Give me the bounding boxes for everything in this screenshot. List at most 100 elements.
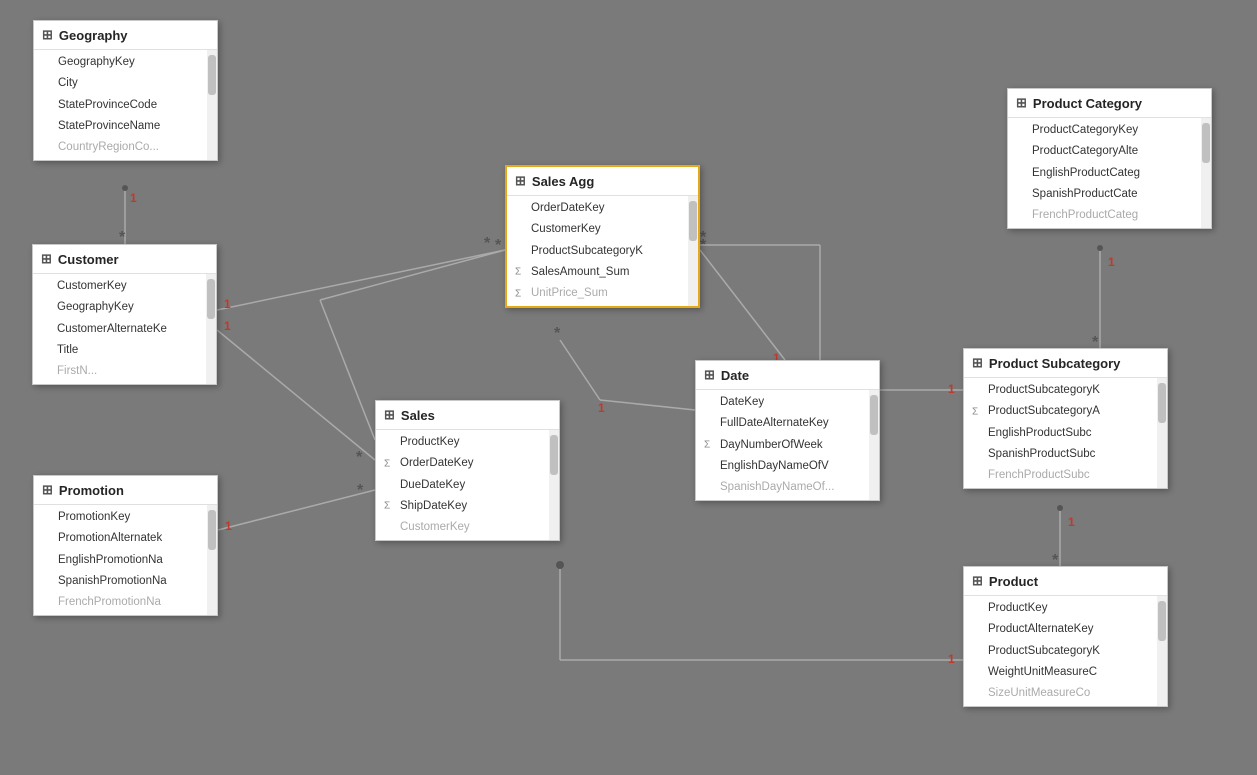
promotion-title: Promotion bbox=[59, 483, 124, 498]
table-field: EnglishProductSubc bbox=[964, 423, 1167, 444]
geography-title: Geography bbox=[59, 28, 128, 43]
table-field: FrenchProductCateg bbox=[1008, 205, 1211, 226]
svg-text:1: 1 bbox=[948, 382, 955, 396]
table-field: CustomerKey bbox=[376, 517, 559, 538]
promotion-table[interactable]: ⊞ Promotion PromotionKey PromotionAltern… bbox=[33, 475, 218, 616]
table-icon: ⊞ bbox=[42, 27, 53, 43]
table-field: WeightUnitMeasureC bbox=[964, 662, 1167, 683]
table-field: OrderDateKey bbox=[507, 198, 698, 219]
table-field: Σ ProductSubcategoryA bbox=[964, 401, 1167, 422]
table-icon: ⊞ bbox=[1016, 95, 1027, 111]
table-field: StateProvinceCode bbox=[34, 95, 217, 116]
sales-body: ProductKey Σ OrderDateKey DueDateKey Σ S… bbox=[376, 430, 559, 540]
promotion-body: PromotionKey PromotionAlternatek English… bbox=[34, 505, 217, 615]
sales-agg-body: OrderDateKey CustomerKey ProductSubcateg… bbox=[507, 196, 698, 306]
date-body: DateKey FullDateAlternateKey Σ DayNumber… bbox=[696, 390, 879, 500]
table-field: PromotionKey bbox=[34, 507, 217, 528]
customer-title: Customer bbox=[58, 252, 119, 267]
geography-header: ⊞ Geography bbox=[34, 21, 217, 50]
table-field: EnglishDayNameOfV bbox=[696, 456, 879, 477]
table-field: ProductKey bbox=[964, 598, 1167, 619]
table-field: GeographyKey bbox=[33, 297, 216, 318]
table-icon: ⊞ bbox=[515, 173, 526, 189]
product-category-table[interactable]: ⊞ Product Category ProductCategoryKey Pr… bbox=[1007, 88, 1212, 229]
sales-agg-title: Sales Agg bbox=[532, 174, 594, 189]
customer-table[interactable]: ⊞ Customer CustomerKey GeographyKey Cust… bbox=[32, 244, 217, 385]
product-subcategory-body: ProductSubcategoryK Σ ProductSubcategory… bbox=[964, 378, 1167, 488]
table-field: ProductSubcategoryK bbox=[507, 241, 698, 262]
table-field: Σ DayNumberOfWeek bbox=[696, 435, 879, 456]
svg-text:*: * bbox=[357, 482, 364, 499]
table-field: Σ SalesAmount_Sum bbox=[507, 262, 698, 283]
svg-text:*: * bbox=[495, 237, 502, 254]
sigma-icon: Σ bbox=[704, 438, 710, 453]
product-table[interactable]: ⊞ Product ProductKey ProductAlternateKey… bbox=[963, 566, 1168, 707]
table-icon: ⊞ bbox=[41, 251, 52, 267]
table-field: City bbox=[34, 73, 217, 94]
svg-text:*: * bbox=[356, 449, 363, 466]
product-subcategory-header: ⊞ Product Subcategory bbox=[964, 349, 1167, 378]
table-field: SizeUnitMeasureCo bbox=[964, 683, 1167, 704]
sigma-icon: Σ bbox=[515, 265, 521, 280]
svg-text:1: 1 bbox=[598, 401, 605, 415]
table-field: SpanishPromotionNa bbox=[34, 571, 217, 592]
table-field: GeographyKey bbox=[34, 52, 217, 73]
product-subcategory-title: Product Subcategory bbox=[989, 356, 1120, 371]
sales-table[interactable]: ⊞ Sales ProductKey Σ OrderDateKey DueDat… bbox=[375, 400, 560, 541]
sales-header: ⊞ Sales bbox=[376, 401, 559, 430]
table-field: SpanishProductCate bbox=[1008, 184, 1211, 205]
geography-body: GeographyKey City StateProvinceCode Stat… bbox=[34, 50, 217, 160]
table-field: ProductSubcategoryK bbox=[964, 641, 1167, 662]
table-field: Σ OrderDateKey bbox=[376, 453, 559, 474]
product-header: ⊞ Product bbox=[964, 567, 1167, 596]
table-field: FrenchProductSubc bbox=[964, 465, 1167, 486]
svg-text:1: 1 bbox=[1068, 515, 1075, 529]
table-field: ProductSubcategoryK bbox=[964, 380, 1167, 401]
sigma-icon: Σ bbox=[972, 404, 978, 419]
table-field: SpanishProductSubc bbox=[964, 444, 1167, 465]
svg-text:1: 1 bbox=[224, 297, 231, 311]
table-field: FrenchPromotionNa bbox=[34, 592, 217, 613]
product-body: ProductKey ProductAlternateKey ProductSu… bbox=[964, 596, 1167, 706]
table-field: Σ UnitPrice_Sum bbox=[507, 283, 698, 304]
table-field: StateProvinceName bbox=[34, 116, 217, 137]
svg-text:1: 1 bbox=[225, 519, 232, 533]
table-field: ProductCategoryKey bbox=[1008, 120, 1211, 141]
date-title: Date bbox=[721, 368, 749, 383]
table-field: CustomerKey bbox=[33, 276, 216, 297]
svg-text:*: * bbox=[554, 325, 561, 342]
sales-agg-table[interactable]: ⊞ Sales Agg OrderDateKey CustomerKey Pro… bbox=[505, 165, 700, 308]
table-icon: ⊞ bbox=[704, 367, 715, 383]
table-field: ProductAlternateKey bbox=[964, 619, 1167, 640]
date-header: ⊞ Date bbox=[696, 361, 879, 390]
table-field: Σ ShipDateKey bbox=[376, 496, 559, 517]
date-table[interactable]: ⊞ Date DateKey FullDateAlternateKey Σ Da… bbox=[695, 360, 880, 501]
svg-text:*: * bbox=[700, 237, 707, 254]
table-field: FirstN... bbox=[33, 361, 216, 382]
promotion-header: ⊞ Promotion bbox=[34, 476, 217, 505]
product-title: Product bbox=[989, 574, 1038, 589]
table-field: Title bbox=[33, 340, 216, 361]
table-field: CustomerKey bbox=[507, 219, 698, 240]
svg-text:1: 1 bbox=[224, 319, 231, 333]
product-category-header: ⊞ Product Category bbox=[1008, 89, 1211, 118]
diagram-canvas: * 1 1 * 1 * 1 * * 1 * * 1 * 1 bbox=[0, 0, 1257, 775]
product-category-body: ProductCategoryKey ProductCategoryAlte E… bbox=[1008, 118, 1211, 228]
table-icon: ⊞ bbox=[972, 573, 983, 589]
svg-text:*: * bbox=[700, 229, 707, 246]
sigma-icon: Σ bbox=[384, 499, 390, 514]
sigma-icon: Σ bbox=[384, 456, 390, 471]
table-field: CustomerAlternateKe bbox=[33, 319, 216, 340]
svg-text:1: 1 bbox=[948, 652, 955, 666]
table-field: ProductCategoryAlte bbox=[1008, 141, 1211, 162]
table-field: SpanishDayNameOf... bbox=[696, 477, 879, 498]
table-field: PromotionAlternatek bbox=[34, 528, 217, 549]
table-icon: ⊞ bbox=[42, 482, 53, 498]
customer-body: CustomerKey GeographyKey CustomerAlterna… bbox=[33, 274, 216, 384]
svg-text:1: 1 bbox=[130, 191, 137, 205]
customer-header: ⊞ Customer bbox=[33, 245, 216, 274]
product-subcategory-table[interactable]: ⊞ Product Subcategory ProductSubcategory… bbox=[963, 348, 1168, 489]
table-field: CountryRegionCo... bbox=[34, 137, 217, 158]
table-field: DueDateKey bbox=[376, 475, 559, 496]
geography-table[interactable]: ⊞ Geography GeographyKey City StateProvi… bbox=[33, 20, 218, 161]
